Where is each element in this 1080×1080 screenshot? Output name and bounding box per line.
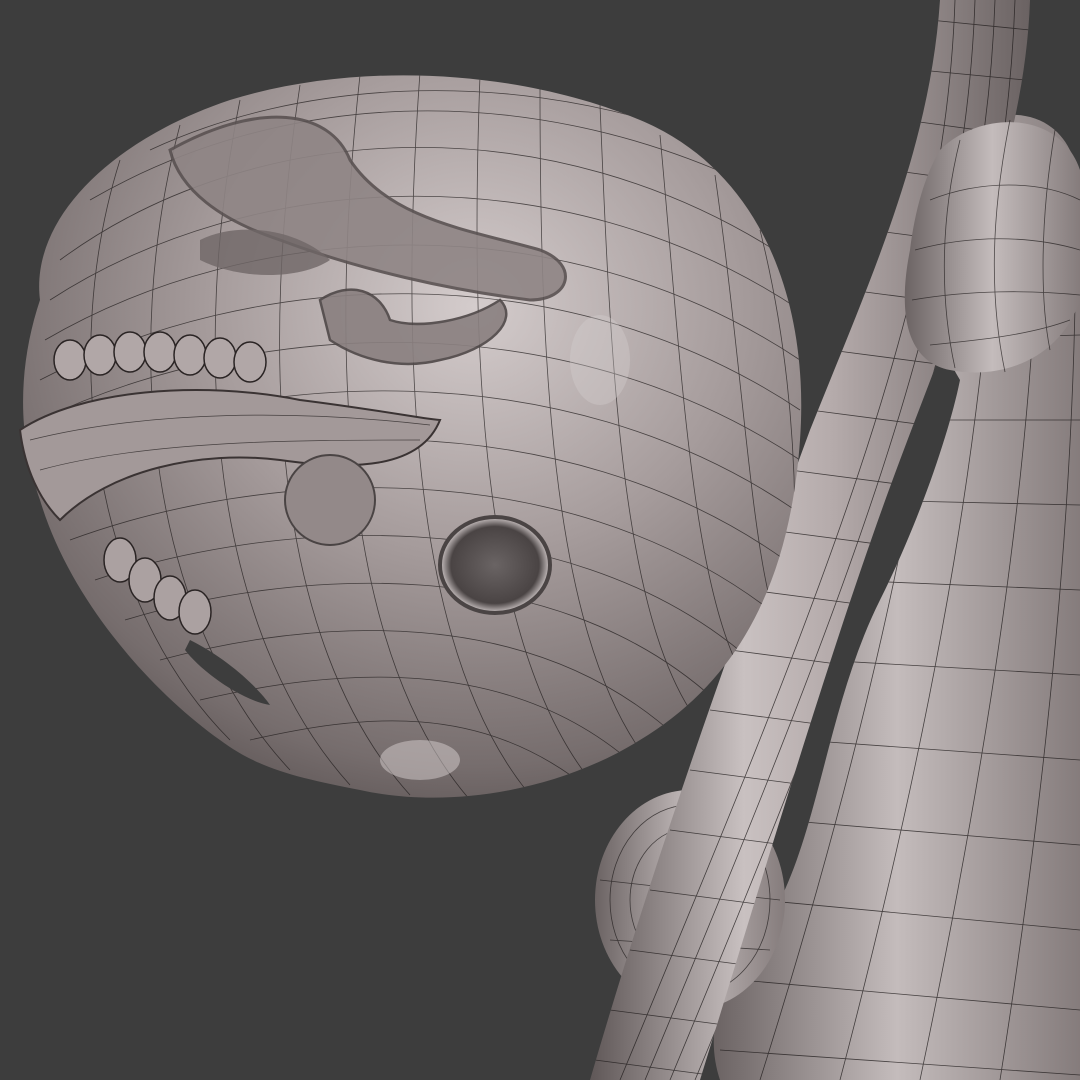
3d-viewport[interactable] [0,0,1080,1080]
skull-hole [438,515,552,615]
render-canvas [18,0,1080,1080]
skull-mesh [18,75,802,798]
